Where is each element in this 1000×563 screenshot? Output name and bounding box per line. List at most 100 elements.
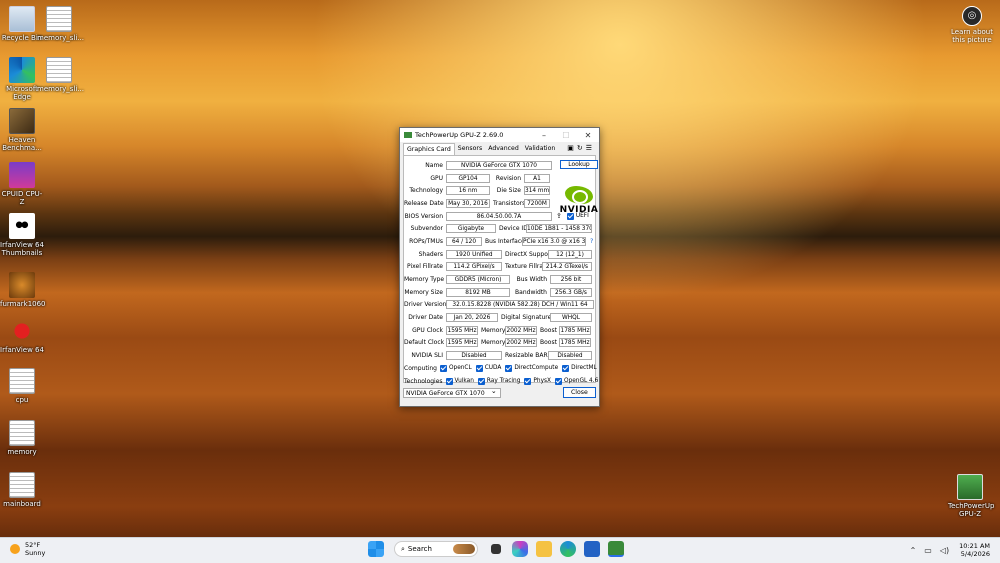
- row-technologies: Technologies Vulkan Ray Tracing PhysX Op…: [404, 377, 599, 385]
- close-button[interactable]: Close: [562, 387, 596, 398]
- bios-version-value: 86.04.50.00.7A: [446, 211, 552, 221]
- document-icon: [9, 472, 35, 498]
- desktop-icon-heaven[interactable]: Heaven Benchma...: [0, 108, 44, 152]
- sli-value: Disabled: [446, 351, 502, 361]
- desktop-icon-memory-sli-2[interactable]: memory_sli...: [37, 57, 84, 93]
- window-title: TechPowerUp GPU-Z 2.69.0: [415, 131, 504, 139]
- physx-checkbox: PhysX: [524, 377, 551, 385]
- row-shaders: Shaders 1920 Unified DirectX Support 12 …: [404, 248, 595, 261]
- shaders-value: 1920 Unified: [446, 249, 502, 259]
- gpu-select[interactable]: NVIDIA GeForce GTX 1070: [403, 387, 501, 398]
- camera-icon: ◎: [962, 6, 982, 26]
- rops-value: 64 / 120: [446, 236, 482, 246]
- system-tray: ⌃ ▭ ◁) 10:21 AM 5/4/2026: [906, 542, 990, 559]
- resizable-bar-value: Disabled: [548, 351, 592, 361]
- tab-sensors[interactable]: Sensors: [455, 145, 485, 152]
- sun-icon: [10, 544, 20, 554]
- desktop-icon-memory-sli-1[interactable]: memory_sli...: [37, 6, 84, 42]
- taskbar-apps: ⌕ Search: [364, 541, 628, 557]
- gpuz-window: TechPowerUp GPU-Z 2.69.0 – ☐ ✕ Graphics …: [399, 127, 600, 407]
- tab-bar: Graphics Card Sensors Advanced Validatio…: [400, 142, 599, 155]
- close-icon[interactable]: ✕: [577, 131, 599, 140]
- chevron-up-icon[interactable]: ⌃: [910, 546, 917, 555]
- row-computing: Computing OpenCL CUDA DirectCompute Dire…: [404, 364, 597, 372]
- desktop-icon-irfan-thumbnails[interactable]: IrfanView 64 Thumbnails: [0, 213, 44, 257]
- file-explorer-icon[interactable]: [536, 541, 552, 557]
- desktop-icon-cpuz[interactable]: CPUID CPU-Z: [0, 162, 44, 206]
- directcompute-checkbox: DirectCompute: [505, 364, 558, 372]
- cuda-checkbox: CUDA: [475, 364, 501, 372]
- subvendor-value: Gigabyte: [446, 224, 496, 234]
- release-date-value: May 30, 2016: [446, 198, 490, 208]
- tab-validation[interactable]: Validation: [522, 145, 559, 152]
- gpu-value: GP104: [446, 173, 490, 183]
- row-rops: ROPs/TMUs 64 / 120 Bus Interface PCIe x1…: [409, 236, 594, 246]
- heaven-icon: [9, 108, 35, 134]
- memory-clock-value: 2002 MHz: [505, 325, 537, 335]
- lookup-button[interactable]: Lookup: [560, 160, 598, 169]
- memory-type-value: GDDR5 (Micron): [446, 275, 510, 285]
- driver-version-value: 32.0.15.8228 (NVIDIA 582.28) DCH / Win11…: [446, 300, 594, 310]
- row-gpuclock: GPU Clock 1595 MHz Memory 2002 MHz Boost…: [412, 325, 591, 335]
- irfanview-icon: [9, 318, 35, 344]
- desktop-icon-cpu[interactable]: cpu: [0, 368, 44, 404]
- weather-condition: Sunny: [25, 549, 46, 558]
- desktop-icon-furmark[interactable]: furmark1060: [0, 272, 46, 308]
- refresh-icon[interactable]: ↻: [577, 144, 586, 152]
- weather-temp: 52°F: [25, 541, 41, 549]
- copilot-icon[interactable]: [512, 541, 528, 557]
- taskbar: 52°F Sunny ⌕ Search ⌃ ▭ ◁) 10:21 AM 5/4/2…: [0, 537, 1000, 563]
- learn-about-picture[interactable]: ◎ Learn about this picture: [950, 6, 994, 44]
- desktop-icon-mainboard[interactable]: mainboard: [0, 472, 44, 508]
- gpuz-taskbar-icon[interactable]: [608, 541, 624, 557]
- volume-icon[interactable]: ◁): [940, 546, 949, 555]
- task-view-icon[interactable]: [491, 544, 501, 554]
- default-clock-value: 1595 MHz: [446, 338, 478, 348]
- default-boost-value: 1785 MHz: [559, 338, 591, 348]
- menu-icon[interactable]: ☰: [586, 144, 595, 152]
- help-icon[interactable]: ?: [590, 238, 593, 245]
- network-icon[interactable]: ▭: [924, 546, 932, 555]
- search-box[interactable]: ⌕ Search: [394, 541, 478, 557]
- die-size-value: 314 mm²: [524, 186, 550, 196]
- clock[interactable]: 10:21 AM 5/4/2026: [959, 542, 990, 559]
- edge-icon[interactable]: [560, 541, 576, 557]
- windows-start-icon[interactable]: [368, 541, 384, 557]
- row-driverdate: Driver Date Jan 20, 2026 Digital Signatu…: [404, 311, 595, 324]
- memory-size-value: 8192 MB: [446, 287, 510, 297]
- panda-icon: [9, 213, 35, 239]
- technology-value: 16 nm: [446, 186, 490, 196]
- title-bar[interactable]: TechPowerUp GPU-Z 2.69.0 – ☐ ✕: [400, 128, 599, 142]
- pixel-fillrate-value: 114.2 GPixel/s: [446, 262, 502, 272]
- weather-widget[interactable]: 52°F Sunny: [10, 541, 45, 557]
- maximize-icon[interactable]: ☐: [555, 131, 577, 140]
- tab-graphics-card[interactable]: Graphics Card: [403, 142, 455, 155]
- transistors-value: 7200M: [524, 198, 550, 208]
- minimize-icon[interactable]: –: [533, 131, 555, 140]
- recycle-bin-icon: [9, 6, 35, 32]
- opencl-checkbox: OpenCL: [439, 364, 472, 372]
- row-fillrate: Pixel Fillrate 114.2 GPixel/s Texture Fi…: [404, 261, 595, 274]
- desktop-icon-irfanview[interactable]: IrfanView 64: [0, 318, 44, 354]
- texture-fillrate-value: 214.2 GTexel/s: [542, 262, 592, 272]
- tab-advanced[interactable]: Advanced: [485, 145, 522, 152]
- directx-value: 12 (12_1): [548, 249, 592, 259]
- row-subvendor: Subvendor Gigabyte Device ID 10DE 1B81 -…: [410, 224, 592, 234]
- row-gpu: GPU GP104 Revision A1: [404, 172, 595, 185]
- desktop-icon-gpuz[interactable]: TechPowerUp GPU-Z: [948, 474, 994, 518]
- boost-clock-value: 1785 MHz: [559, 325, 591, 335]
- default-memory-value: 2002 MHz: [505, 338, 537, 348]
- opengl-checkbox: OpenGL 4.6: [555, 377, 598, 385]
- row-sli: NVIDIA SLI Disabled Resizable BAR Disabl…: [404, 349, 595, 362]
- directml-checkbox: DirectML: [562, 364, 597, 372]
- desktop-icon-memory[interactable]: memory: [0, 420, 44, 456]
- row-memtype: Memory Type GDDR5 (Micron) Bus Width 256…: [404, 273, 595, 286]
- document-icon: [9, 368, 35, 394]
- gpuz-app-icon: [404, 132, 412, 138]
- store-icon[interactable]: [584, 541, 600, 557]
- camera-icon[interactable]: ▣: [567, 144, 577, 152]
- driver-date-value: Jan 20, 2026: [446, 313, 498, 323]
- gpu-clock-value: 1595 MHz: [446, 325, 478, 335]
- graphics-card-panel: Lookup NVIDIA Name NVIDIA GeForce GTX 10…: [403, 155, 598, 385]
- row-driver: Driver Version 32.0.15.8228 (NVIDIA 582.…: [404, 299, 595, 312]
